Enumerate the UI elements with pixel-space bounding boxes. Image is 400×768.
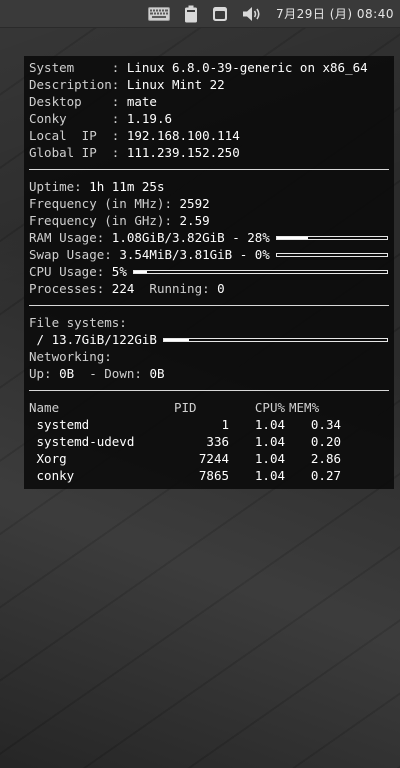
global-ip-value: 111.239.152.250 xyxy=(126,145,240,160)
keyboard-icon[interactable] xyxy=(148,6,171,22)
conky-window: System : Linux 6.8.0-39-generic on x86_6… xyxy=(24,56,394,489)
running-label: Running: xyxy=(134,281,218,296)
conky-value: 1.19.6 xyxy=(126,111,172,126)
fs-title-row: File systems: xyxy=(29,314,389,331)
proc-cpu: 1.04 xyxy=(254,468,285,483)
conky-label: Conky : xyxy=(29,111,127,126)
divider xyxy=(29,390,389,391)
system-label: System : xyxy=(29,60,127,75)
usage-section: Uptime: 1h 11m 25s Frequency (in MHz): 2… xyxy=(29,178,389,297)
net-title-row: Networking: xyxy=(29,348,389,365)
running-value: 0 xyxy=(217,281,225,296)
window-icon[interactable] xyxy=(212,6,228,22)
proc-cpu: 1.04 xyxy=(254,434,285,449)
down-label: - Down: xyxy=(74,366,150,381)
conky-row: Conky : 1.19.6 xyxy=(29,110,389,127)
col-name-header: Name xyxy=(29,400,60,415)
proc-mem: 2.86 xyxy=(310,451,341,466)
cpu-label: CPU Usage: xyxy=(29,264,112,279)
global-ip-label: Global IP : xyxy=(29,145,127,160)
volume-icon[interactable] xyxy=(242,6,262,22)
proc-name: systemd-udevd xyxy=(29,434,135,449)
proc-pid: 7865 xyxy=(198,468,229,483)
table-row: conky 7865 1.04 0.27 xyxy=(29,467,389,484)
table-row: systemd-udevd 336 1.04 0.20 xyxy=(29,433,389,450)
global-ip-row: Global IP : 111.239.152.250 xyxy=(29,144,389,161)
fs-root-row: / 13.7GiB/122GiB xyxy=(29,331,389,348)
description-label: Description: xyxy=(29,77,127,92)
net-label: Networking: xyxy=(29,349,112,364)
ram-row: RAM Usage: 1.08GiB/3.82GiB - 28% xyxy=(29,229,389,246)
swap-label: Swap Usage: xyxy=(29,247,120,262)
filesystem-network-section: File systems: / 13.7GiB/122GiB Networkin… xyxy=(29,314,389,382)
ram-value: 1.08GiB/3.82GiB - 28% xyxy=(111,230,270,245)
down-value: 0B xyxy=(149,366,165,381)
table-row: systemd 1 1.04 0.34 xyxy=(29,416,389,433)
description-value: Linux Mint 22 xyxy=(126,77,225,92)
freq-ghz-value: 2.59 xyxy=(179,213,210,228)
desktop-value: mate xyxy=(126,94,157,109)
proc-mem: 0.20 xyxy=(310,434,341,449)
system-info-section: System : Linux 6.8.0-39-generic on x86_6… xyxy=(29,59,389,161)
freq-ghz-row: Frequency (in GHz): 2.59 xyxy=(29,212,389,229)
swap-row: Swap Usage: 3.54MiB/3.81GiB - 0% xyxy=(29,246,389,263)
local-ip-row: Local IP : 192.168.100.114 xyxy=(29,127,389,144)
local-ip-label: Local IP : xyxy=(29,128,127,143)
proc-pid: 336 xyxy=(206,434,229,449)
table-row: Xorg 7244 1.04 2.86 xyxy=(29,450,389,467)
desktop-row: Desktop : mate xyxy=(29,93,389,110)
up-label: Up: xyxy=(29,366,60,381)
proc-name: Xorg xyxy=(29,451,67,466)
top-panel: 7月29日 (月) 08:40 xyxy=(0,0,400,28)
cpu-usage-fill xyxy=(133,270,147,273)
proc-pid: 1 xyxy=(221,417,229,432)
process-table-header: Name PID CPU% MEM% xyxy=(29,399,389,416)
processes-row: Processes: 224 Running: 0 xyxy=(29,280,389,297)
col-cpu-header: CPU% xyxy=(254,400,285,415)
processes-label: Processes: xyxy=(29,281,112,296)
fs-usage-fill xyxy=(163,338,189,341)
swap-usage-bar xyxy=(275,252,388,257)
uptime-label: Uptime: xyxy=(29,179,90,194)
freq-ghz-label: Frequency (in GHz): xyxy=(29,213,180,228)
system-row: System : Linux 6.8.0-39-generic on x86_6… xyxy=(29,59,389,76)
divider xyxy=(29,305,389,306)
net-row: Up: 0B - Down: 0B xyxy=(29,365,389,382)
proc-mem: 0.34 xyxy=(310,417,341,432)
freq-mhz-value: 2592 xyxy=(179,196,210,211)
fs-label: File systems: xyxy=(29,315,127,330)
uptime-row: Uptime: 1h 11m 25s xyxy=(29,178,389,195)
system-value: Linux 6.8.0-39-generic on x86_64 xyxy=(126,60,368,75)
ram-label: RAM Usage: xyxy=(29,230,112,245)
col-pid-header: PID xyxy=(174,400,197,415)
fs-usage-bar xyxy=(162,337,388,342)
fs-root-value: / 13.7GiB/122GiB xyxy=(29,332,157,347)
freq-mhz-row: Frequency (in MHz): 2592 xyxy=(29,195,389,212)
proc-cpu: 1.04 xyxy=(254,417,285,432)
uptime-value: 1h 11m 25s xyxy=(89,179,165,194)
cpu-usage-bar xyxy=(132,269,388,274)
up-value: 0B xyxy=(59,366,75,381)
col-mem-header: MEM% xyxy=(289,400,320,415)
desktop-label: Desktop : xyxy=(29,94,127,109)
proc-cpu: 1.04 xyxy=(254,451,285,466)
processes-value: 224 xyxy=(111,281,135,296)
battery-icon[interactable] xyxy=(184,5,198,23)
panel-clock[interactable]: 7月29日 (月) 08:40 xyxy=(276,5,394,22)
proc-name: systemd xyxy=(29,417,90,432)
description-row: Description: Linux Mint 22 xyxy=(29,76,389,93)
proc-name: conky xyxy=(29,468,75,483)
freq-mhz-label: Frequency (in MHz): xyxy=(29,196,180,211)
process-table: Name PID CPU% MEM% systemd 1 1.04 0.34 s… xyxy=(29,399,389,484)
swap-value: 3.54MiB/3.81GiB - 0% xyxy=(119,247,270,262)
cpu-row: CPU Usage: 5% xyxy=(29,263,389,280)
divider xyxy=(29,169,389,170)
cpu-value: 5% xyxy=(111,264,127,279)
ram-usage-bar xyxy=(275,235,388,240)
proc-pid: 7244 xyxy=(198,451,229,466)
proc-mem: 0.27 xyxy=(310,468,341,483)
local-ip-value: 192.168.100.114 xyxy=(126,128,240,143)
ram-usage-fill xyxy=(276,236,308,239)
